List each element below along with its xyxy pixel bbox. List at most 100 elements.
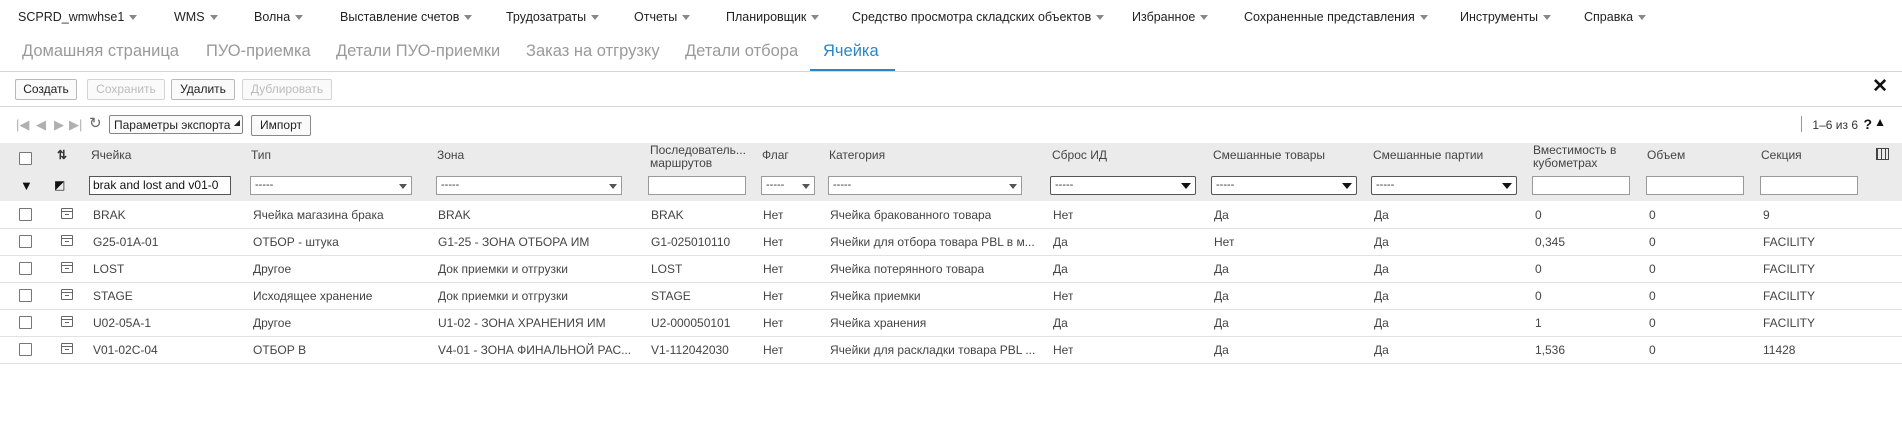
- prev-page-icon[interactable]: ◀: [36, 118, 46, 131]
- chevron-down-icon: [811, 15, 820, 21]
- tab-pick-details[interactable]: Детали отбора: [685, 42, 798, 61]
- filter-mixed-goods-select[interactable]: -----: [1211, 176, 1357, 195]
- column-header-section[interactable]: Секция: [1761, 149, 1802, 162]
- row-checkbox[interactable]: [19, 316, 32, 329]
- open-record-icon[interactable]: [61, 262, 73, 273]
- table-row[interactable]: BRAK Ячейка магазина брака BRAK BRAK Нет Ячей…: [0, 201, 1902, 229]
- column-header-volume[interactable]: Объем: [1647, 149, 1685, 162]
- filter-section-input[interactable]: [1760, 176, 1858, 195]
- table-row[interactable]: G25-01A-01 ОТБОР - штука G1-25 - ЗОНА ОТБО…: [0, 228, 1902, 256]
- column-header-capacity[interactable]: Вместимость в кубометрах: [1533, 144, 1633, 170]
- filter-flag-select[interactable]: -----: [761, 176, 815, 195]
- cell-cell: U02-05A-1: [93, 316, 152, 330]
- tab-shipment-order[interactable]: Заказ на отгрузку: [526, 42, 660, 61]
- dropdown-corner-icon: ◢: [233, 118, 240, 127]
- open-record-icon[interactable]: [61, 235, 73, 246]
- last-page-icon[interactable]: ▶|: [69, 118, 82, 131]
- open-record-icon[interactable]: [61, 343, 73, 354]
- cell-mixed-goods: Да: [1214, 262, 1229, 276]
- menu-help[interactable]: Справка: [1584, 10, 1647, 24]
- column-header-zone[interactable]: Зона: [437, 149, 464, 162]
- tab-location[interactable]: Ячейка: [823, 42, 879, 61]
- filter-zone-select[interactable]: -----: [436, 176, 622, 195]
- create-button[interactable]: Создать: [15, 79, 77, 100]
- column-header-category[interactable]: Категория: [829, 149, 885, 162]
- menu-billing[interactable]: Выставление счетов: [340, 10, 473, 24]
- menu-saved-views[interactable]: Сохраненные представления: [1244, 10, 1428, 24]
- duplicate-button[interactable]: Дублировать: [242, 79, 332, 100]
- filter-cell-input[interactable]: brak and lost and v01-0: [89, 176, 231, 195]
- cell-zone: U1-02 - ЗОНА ХРАНЕНИЯ ИМ: [438, 316, 606, 330]
- tab-asn-receipt[interactable]: ПУО-приемка: [206, 42, 311, 61]
- save-button[interactable]: Сохранить: [87, 79, 165, 100]
- table-row[interactable]: V01-02C-04 ОТБОР В V4-01 - ЗОНА ФИНАЛЬНОЙ …: [0, 336, 1902, 364]
- filter-value: -----: [766, 179, 785, 191]
- menu-labor[interactable]: Трудозатраты: [506, 10, 600, 24]
- cell-category: Ячейки для раскладки товара PBL ...: [830, 343, 1036, 357]
- tab-home[interactable]: Домашняя страница: [22, 42, 179, 61]
- clear-filter-icon[interactable]: ◩: [54, 178, 65, 192]
- menu-scheduler[interactable]: Планировщик: [726, 10, 820, 24]
- column-header-cell[interactable]: Ячейка: [91, 149, 131, 162]
- cell-route: BRAK: [651, 208, 684, 222]
- open-record-icon[interactable]: [61, 316, 73, 327]
- chevron-down-icon: [682, 15, 691, 21]
- pager-divider: [1801, 116, 1802, 132]
- row-checkbox[interactable]: [19, 289, 32, 302]
- row-checkbox[interactable]: [19, 208, 32, 221]
- cell-route: STAGE: [651, 289, 691, 303]
- open-record-icon[interactable]: [61, 289, 73, 300]
- filter-value: -----: [833, 179, 852, 191]
- open-record-icon[interactable]: [61, 208, 73, 219]
- refresh-icon[interactable]: ↻: [89, 116, 102, 131]
- column-header-route-seq[interactable]: Последователь... маршрутов: [650, 144, 750, 170]
- filter-type-select[interactable]: -----: [250, 176, 412, 195]
- column-header-mixed-lots[interactable]: Смешанные партии: [1373, 149, 1483, 162]
- first-page-icon[interactable]: |◀: [16, 118, 29, 131]
- table-row[interactable]: LOST Другое Док приемки и отгрузки LOST Нет Я…: [0, 255, 1902, 283]
- filter-category-select[interactable]: -----: [828, 176, 1022, 195]
- filter-route-seq-input[interactable]: [648, 176, 746, 195]
- cell-capacity: 0: [1535, 262, 1542, 276]
- cell-capacity: 1,536: [1535, 343, 1566, 357]
- menu-label: Инструменты: [1460, 10, 1538, 24]
- next-page-icon[interactable]: ▶: [54, 118, 64, 131]
- top-menu-bar: SCPRD_wmwhse1 WMS Волна Выставление счет…: [0, 0, 1902, 34]
- row-checkbox[interactable]: [19, 262, 32, 275]
- help-icon[interactable]: ?: [1863, 116, 1872, 132]
- sort-az-icon[interactable]: ⇅: [57, 148, 67, 162]
- menu-wave[interactable]: Волна: [254, 10, 304, 24]
- filter-icon[interactable]: ▼: [20, 178, 33, 193]
- column-header-mixed-goods[interactable]: Смешанные товары: [1213, 149, 1325, 162]
- import-button[interactable]: Импорт: [251, 115, 311, 136]
- delete-button[interactable]: Удалить: [171, 79, 235, 100]
- cell-flag: Нет: [763, 316, 784, 330]
- cell-reset: Нет: [1053, 289, 1074, 303]
- column-header-flag[interactable]: Флаг: [762, 149, 789, 162]
- menu-reports[interactable]: Отчеты: [634, 10, 691, 24]
- menu-tools[interactable]: Инструменты: [1460, 10, 1551, 24]
- column-header-type[interactable]: Тип: [251, 149, 271, 162]
- menu-favorites[interactable]: Избранное: [1132, 10, 1209, 24]
- row-checkbox[interactable]: [19, 235, 32, 248]
- table-row[interactable]: U02-05A-1 Другое U1-02 - ЗОНА ХРАНЕНИЯ ИМ U…: [0, 309, 1902, 337]
- menu-facility[interactable]: SCPRD_wmwhse1: [18, 10, 138, 24]
- cell-zone: Док приемки и отгрузки: [438, 289, 568, 303]
- column-settings-icon[interactable]: [1876, 148, 1889, 160]
- cell-category: Ячейка приемки: [830, 289, 921, 303]
- tab-asn-receipt-details[interactable]: Детали ПУО-приемки: [336, 42, 500, 61]
- filter-reset-id-select[interactable]: -----: [1050, 176, 1196, 195]
- close-icon[interactable]: ✕: [1872, 77, 1888, 96]
- menu-label: Отчеты: [634, 10, 678, 24]
- menu-warehouse-viewer[interactable]: Средство просмотра складских объектов: [852, 10, 1105, 24]
- filter-capacity-input[interactable]: [1532, 176, 1630, 195]
- row-checkbox[interactable]: [19, 343, 32, 356]
- menu-wms[interactable]: WMS: [174, 10, 218, 24]
- collapse-icon[interactable]: ▲: [1874, 115, 1886, 129]
- filter-volume-input[interactable]: [1646, 176, 1744, 195]
- column-header-reset-id[interactable]: Сброс ИД: [1052, 149, 1107, 162]
- export-params-dropdown[interactable]: Параметры экспорта ◢: [109, 115, 243, 134]
- filter-mixed-lots-select[interactable]: -----: [1371, 176, 1517, 195]
- select-all-checkbox[interactable]: [19, 152, 32, 165]
- table-row[interactable]: STAGE Исходящее хранение Док приемки и отг…: [0, 282, 1902, 310]
